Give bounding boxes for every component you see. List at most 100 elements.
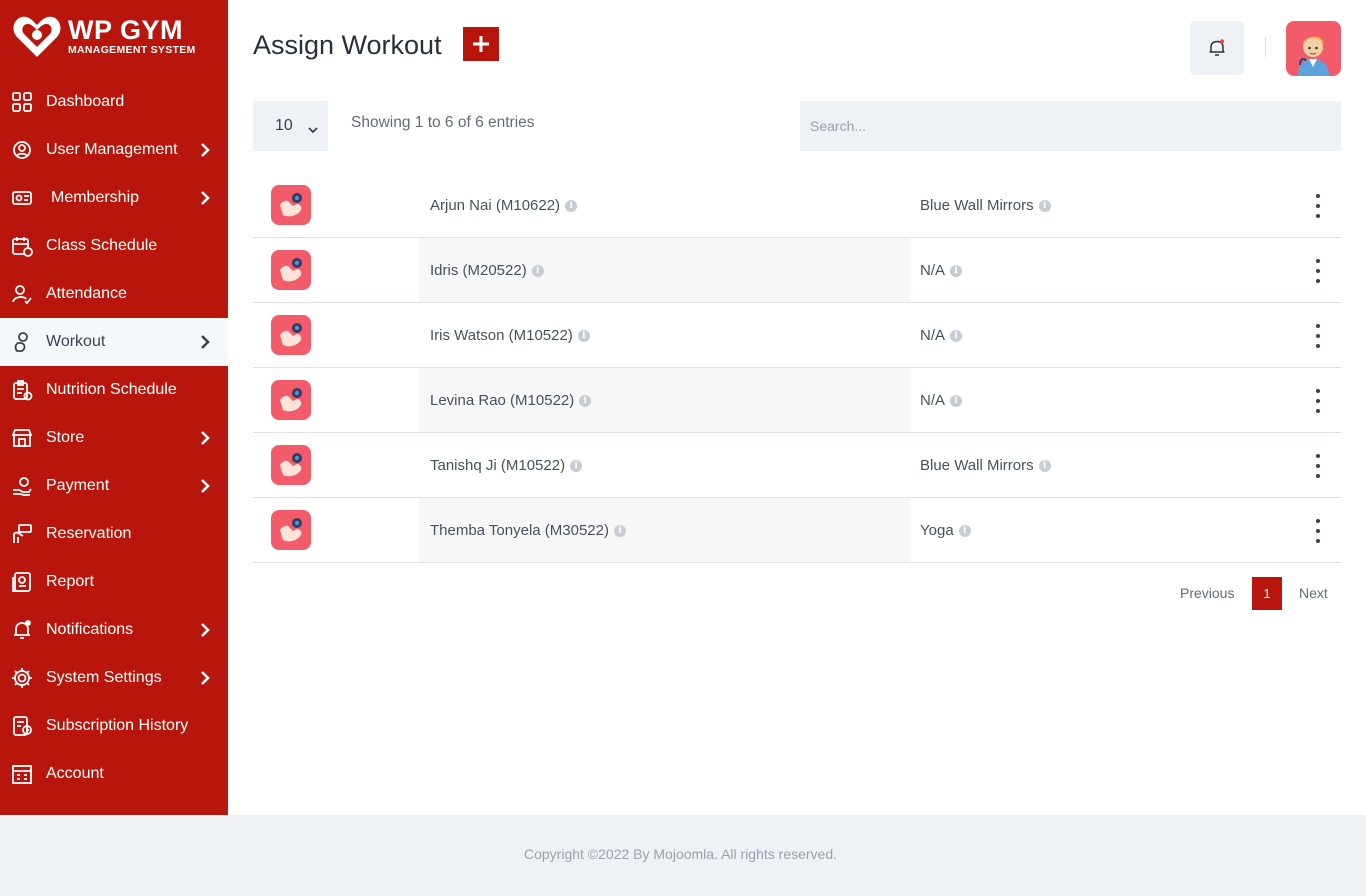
- sidebar-item-class-schedule[interactable]: Class Schedule: [0, 222, 228, 270]
- sidebar-item-label: Membership: [51, 189, 140, 206]
- member-name: Tanishq Ji (M10522): [430, 457, 566, 474]
- brand-subtitle: MANAGEMENT SYSTEM: [68, 43, 196, 56]
- sidebar-item-account[interactable]: Account: [0, 750, 228, 798]
- store-icon: [11, 427, 33, 449]
- sidebar-item-system-settings[interactable]: System Settings: [0, 654, 228, 702]
- sidebar-item-label: Workout: [46, 333, 106, 350]
- member-name: Levina Rao (M10522): [430, 392, 575, 409]
- info-icon[interactable]: i: [579, 394, 592, 407]
- table-row: Iris Watson (M10522) i N/A i: [253, 303, 1341, 368]
- sidebar-item-label: System Settings: [46, 669, 162, 686]
- workout-arm-icon: [271, 250, 311, 290]
- info-icon[interactable]: i: [958, 524, 971, 537]
- user-avatar-icon: [1298, 36, 1329, 76]
- sidebar-item-report[interactable]: Report: [0, 558, 228, 606]
- footer: Copyright ©2022 By Mojoomla. All rights …: [0, 815, 1366, 896]
- sidebar-item-store[interactable]: Store: [0, 414, 228, 462]
- page-title: Assign Workout: [253, 30, 442, 60]
- info-icon[interactable]: i: [570, 459, 583, 472]
- users-gear-icon: [11, 139, 33, 161]
- sidebar-item-label: Class Schedule: [46, 237, 158, 254]
- row-actions-menu-icon[interactable]: [1311, 194, 1325, 218]
- table-row: Arjun Nai (M10622) i Blue Wall Mirrors i: [253, 173, 1341, 238]
- copyright-text: Copyright ©2022 By Mojoomla. All rights …: [524, 846, 838, 862]
- heart-logo-icon: [12, 13, 62, 59]
- gear-icon: [11, 667, 33, 689]
- sidebar-item-label: Reservation: [46, 525, 132, 542]
- chevron-right-icon: [200, 622, 210, 643]
- sidebar-item-label: Attendance: [46, 285, 127, 302]
- row-actions-menu-icon[interactable]: [1311, 324, 1325, 348]
- sidebar-item-nutrition-schedule[interactable]: Nutrition Schedule: [0, 366, 228, 414]
- info-icon[interactable]: i: [950, 329, 963, 342]
- sidebar-item-notifications[interactable]: Notifications: [0, 606, 228, 654]
- chevron-right-icon: [200, 478, 210, 499]
- info-icon[interactable]: i: [565, 199, 578, 212]
- sidebar-item-dashboard[interactable]: Dashboard: [0, 78, 228, 126]
- sidebar-item-workout[interactable]: Workout: [0, 318, 228, 366]
- calendar-icon: [11, 235, 33, 257]
- report-icon: [11, 571, 33, 593]
- info-icon[interactable]: i: [950, 264, 963, 277]
- info-icon[interactable]: i: [1038, 199, 1051, 212]
- sidebar-item-label: Payment: [46, 477, 110, 494]
- search-input[interactable]: [800, 101, 1341, 151]
- workout-icon: [11, 331, 33, 353]
- sidebar-item-label: Notifications: [46, 621, 134, 638]
- plus-icon: [473, 36, 489, 52]
- workout-arm-icon: [271, 380, 311, 420]
- brand-logo[interactable]: WP GYM MANAGEMENT SYSTEM: [0, 0, 228, 72]
- workout-name: N/A: [920, 392, 946, 409]
- member-name: Themba Tonyela (M30522): [430, 522, 609, 539]
- row-actions-menu-icon[interactable]: [1311, 259, 1325, 283]
- sidebar-item-label: Store: [46, 429, 85, 446]
- info-icon[interactable]: i: [614, 524, 626, 537]
- workout-name: Blue Wall Mirrors: [920, 457, 1034, 474]
- info-icon[interactable]: i: [577, 329, 590, 342]
- sidebar-item-user-management[interactable]: User Management: [0, 126, 228, 174]
- notifications-button[interactable]: [1190, 21, 1244, 75]
- pagination-next[interactable]: Next: [1299, 585, 1328, 601]
- table-row: Idris (M20522) i N/A i: [253, 238, 1341, 303]
- workout-arm-icon: [271, 185, 311, 225]
- add-workout-button[interactable]: [463, 27, 499, 61]
- sidebar-item-label: User Management: [46, 141, 178, 158]
- info-icon[interactable]: i: [1038, 459, 1051, 472]
- table-row: Tanishq Ji (M10522) i Blue Wall Mirrors i: [253, 433, 1341, 498]
- workout-arm-icon: [271, 445, 311, 485]
- entries-info: Showing 1 to 6 of 6 entries: [351, 114, 535, 131]
- sidebar-item-reservation[interactable]: Reservation: [0, 510, 228, 558]
- sidebar-item-label: Dashboard: [46, 93, 125, 110]
- row-actions-menu-icon[interactable]: [1311, 519, 1325, 543]
- member-name: Iris Watson (M10522): [430, 327, 573, 344]
- membership-card-icon: [11, 187, 33, 209]
- page-length-select[interactable]: 10: [253, 101, 328, 151]
- workout-name: N/A: [920, 327, 946, 344]
- sidebar-item-label: Account: [46, 765, 104, 782]
- workout-name: Yoga: [920, 522, 954, 539]
- sidebar-item-subscription-history[interactable]: Subscription History: [0, 702, 228, 750]
- workout-arm-icon: [271, 315, 311, 355]
- sidebar-item-membership[interactable]: Membership: [0, 174, 228, 222]
- payment-hand-icon: [11, 475, 33, 497]
- row-actions-menu-icon[interactable]: [1311, 454, 1325, 478]
- row-actions-menu-icon[interactable]: [1311, 389, 1325, 413]
- workout-name: Blue Wall Mirrors: [920, 197, 1034, 214]
- brand-title: WP GYM: [68, 14, 184, 45]
- bell-icon: [11, 619, 33, 641]
- info-icon[interactable]: i: [950, 394, 963, 407]
- dashboard-grid-icon: [11, 91, 33, 113]
- account-icon: [11, 763, 33, 785]
- table-row: Levina Rao (M10522) i N/A i: [253, 368, 1341, 433]
- table-row: Themba Tonyela (M30522) i Yoga i: [253, 498, 1341, 563]
- pagination-previous[interactable]: Previous: [1180, 585, 1234, 601]
- info-icon[interactable]: i: [531, 264, 544, 277]
- chevron-right-icon: [200, 142, 210, 163]
- header-divider: [1265, 37, 1266, 57]
- user-avatar[interactable]: [1286, 21, 1341, 76]
- sidebar-item-payment[interactable]: Payment: [0, 462, 228, 510]
- sidebar-item-attendance[interactable]: Attendance: [0, 270, 228, 318]
- pagination-page-1[interactable]: 1: [1252, 577, 1282, 610]
- clipboard-icon: [11, 379, 33, 401]
- user-check-icon: [11, 283, 33, 305]
